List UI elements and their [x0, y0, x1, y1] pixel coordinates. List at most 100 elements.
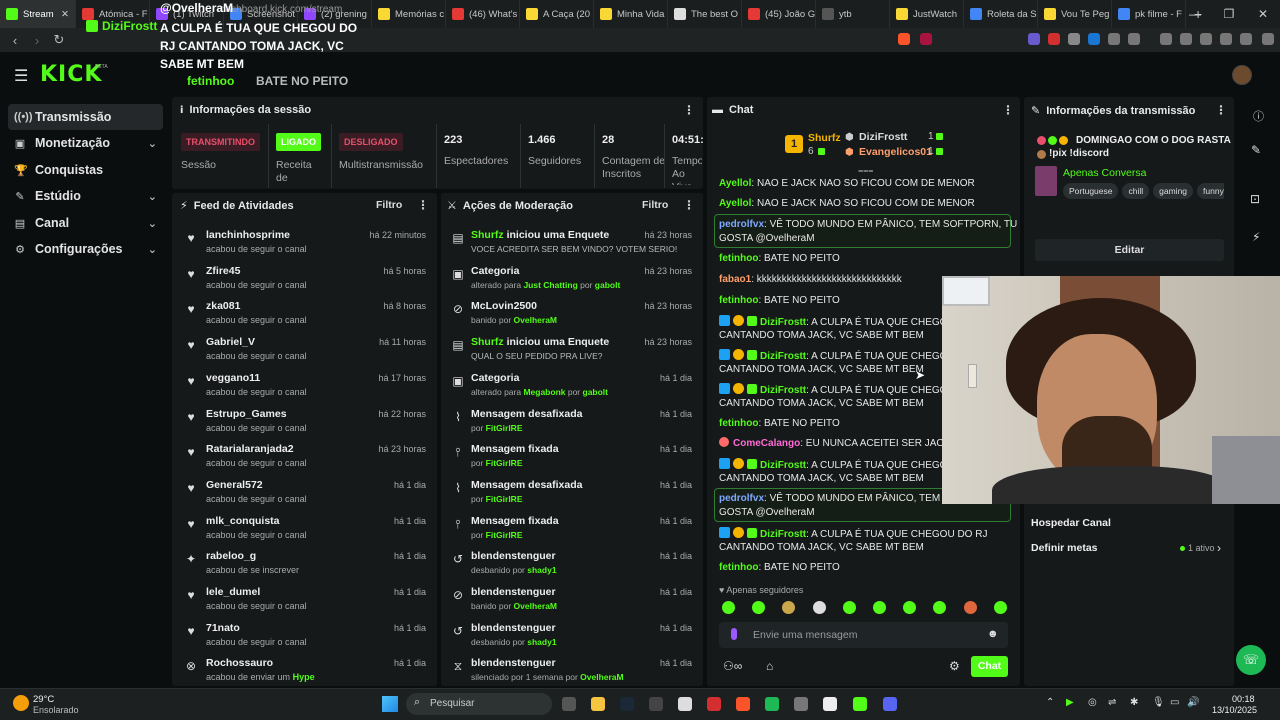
list-item[interactable]: ⫯ Mensagem fixada por FitGirlRE há 1 dia	[451, 443, 692, 477]
chat-input[interactable]: Envie uma mensagem	[753, 629, 857, 641]
mod-action-name[interactable]: blendenstenguer	[471, 622, 556, 634]
more-options-icon[interactable]: ⋮	[1002, 103, 1014, 117]
chevron-right-icon[interactable]: ›	[1217, 541, 1221, 555]
moderation-filter-button[interactable]: Filtro	[642, 199, 668, 211]
browser-tab[interactable]: pk filme - F	[1112, 0, 1186, 28]
chat-username[interactable]: fetinhoo	[719, 418, 758, 429]
pencil-icon[interactable]: ✎	[1251, 143, 1261, 157]
browser-tab[interactable]: A Caça (20	[520, 0, 594, 28]
tag-chip[interactable]: Portuguese	[1063, 183, 1119, 199]
mod-action-name[interactable]: Mensagem desafixada	[471, 408, 582, 420]
emote-icon[interactable]	[812, 601, 826, 614]
activity-user[interactable]: Ratarialaranjada2	[206, 443, 294, 455]
extension-icon[interactable]	[1028, 33, 1040, 45]
chat-username[interactable]: fetinhoo	[719, 295, 758, 306]
list-item[interactable]: ⫯ Mensagem fixada por FitGirlRE há 1 dia	[451, 515, 692, 549]
volume-icon[interactable]: 🔊	[1187, 697, 1199, 708]
chevron-down-icon[interactable]: ⌄	[148, 137, 157, 150]
browser-tab[interactable]: (45) João G	[742, 0, 816, 28]
mod-action-name[interactable]: Mensagem desafixada	[471, 479, 582, 491]
menu-icon[interactable]	[1262, 33, 1274, 45]
list-item[interactable]: ▣ Categoria alterado para Just Chatting po…	[451, 265, 692, 299]
mod-action-name[interactable]: Shurfz	[471, 229, 504, 241]
more-options-icon[interactable]: ⋮	[1215, 103, 1227, 117]
extension-icon[interactable]	[1068, 33, 1080, 45]
reload-icon[interactable]: ↻	[48, 32, 70, 48]
browser-tab[interactable]: Stream ✕	[0, 0, 76, 28]
users-icon[interactable]: ⚇∞	[723, 659, 742, 673]
back-icon[interactable]: ‹	[4, 33, 26, 48]
kick-app-icon[interactable]	[853, 697, 867, 711]
target-icon[interactable]: ⊡	[1250, 192, 1260, 206]
sidebar-item[interactable]: 🏆 Conquistas	[8, 157, 163, 183]
emote-icon[interactable]	[993, 601, 1007, 614]
mod-action-user[interactable]: OvelheraM	[580, 672, 623, 682]
mod-action-name[interactable]: blendenstenguer	[471, 657, 556, 669]
spotify-icon[interactable]	[765, 697, 779, 711]
url-field[interactable]: dashboard.kick.com/stream	[220, 4, 342, 20]
weather-icon[interactable]	[13, 695, 29, 711]
chat-username[interactable]: fetinhoo	[719, 253, 758, 264]
chat-message[interactable]: Ayellol: NAO E JACK NAO SO FICOU COM DE …	[719, 197, 975, 211]
store-icon[interactable]: ⌂	[766, 659, 773, 673]
browser-tab[interactable]: The best O	[668, 0, 742, 28]
chat-message[interactable]: fetinhoo: BATE NO PEITO	[719, 252, 840, 266]
more-options-icon[interactable]: ⋮	[683, 198, 695, 212]
list-item[interactable]: ♥ mlk_conquista acabou de seguir o canal há…	[184, 515, 426, 549]
maximize-button[interactable]: ❐	[1212, 0, 1246, 28]
mod-action-user[interactable]: FitGirlRE	[486, 458, 523, 468]
browser-tab[interactable]: Minha Vida	[594, 0, 668, 28]
mod-action-user[interactable]: Just Chatting	[523, 280, 577, 290]
chevron-up-icon[interactable]: ⌃	[1046, 697, 1054, 708]
close-window-button[interactable]: ✕	[1246, 0, 1280, 28]
mod-action-name[interactable]: Categoria	[471, 372, 519, 384]
mod-action-name[interactable]: Shurfz	[471, 336, 504, 348]
chat-username[interactable]: DiziFrostt	[760, 460, 806, 471]
mod-action-user[interactable]: FitGirlRE	[486, 494, 523, 504]
chat-username[interactable]: pedrolfvx	[719, 219, 764, 230]
chat-message[interactable]: pedrolfvx: VÊ TODO MUNDO EM PÂNICO, TEM …	[719, 218, 1017, 232]
list-item[interactable]: ⧖ blendenstenguer silenciado por 1 semana …	[451, 657, 692, 691]
activity-user[interactable]: lanchinhosprime	[206, 229, 290, 241]
support-button[interactable]: ☏	[1236, 645, 1266, 675]
activity-user[interactable]: zka081	[206, 300, 240, 312]
mod-action-name[interactable]: McLovin2500	[471, 300, 537, 312]
sidebar-item[interactable]: ((•)) Transmissão	[8, 104, 163, 130]
browser-tab[interactable]: Vou Te Peg	[1038, 0, 1112, 28]
list-item[interactable]: ♥ Estrupo_Games acabou de seguir o canal há…	[184, 408, 426, 442]
browser-tab[interactable]: JustWatch	[890, 0, 964, 28]
chat-send-button[interactable]: Chat	[971, 656, 1008, 677]
emote-icon[interactable]	[963, 601, 977, 614]
list-item[interactable]: ✦ rabeloo_g acabou de se inscrever há 1 dia	[184, 550, 426, 584]
steam-icon[interactable]	[620, 697, 634, 711]
mod-action-name[interactable]: blendenstenguer	[471, 550, 556, 562]
browser-tab[interactable]: Roleta da S	[964, 0, 1038, 28]
forward-icon[interactable]: ›	[26, 33, 48, 48]
activity-user[interactable]: General572	[206, 479, 263, 491]
list-item[interactable]: ▤ Shurfz iniciou uma Enquete QUAL O SEU PE…	[451, 336, 692, 370]
extension-icon[interactable]	[1220, 33, 1232, 45]
list-item[interactable]: ⊘ blendenstenguer banido por OvelheraM há 1…	[451, 586, 692, 620]
set-goals-button[interactable]: Definir metas	[1031, 542, 1098, 554]
chat-username[interactable]: ComeCalango	[733, 438, 800, 449]
emote-icon[interactable]	[873, 601, 886, 614]
browser-tab[interactable]: (46) What's	[446, 0, 520, 28]
chat-username[interactable]: Ayellol	[719, 178, 751, 189]
activity-user[interactable]: 71nato	[206, 622, 240, 634]
more-options-icon[interactable]: ⋮	[417, 198, 429, 212]
tray-icon[interactable]: ◎	[1088, 697, 1097, 708]
chat-username[interactable]: fetinhoo	[719, 562, 758, 573]
chat-username[interactable]: pedrolfvx	[719, 493, 764, 504]
chat-message[interactable]: DiziFrostt: A CULPA É TUA QUE CHEGOU D	[719, 315, 965, 330]
sidebar-item[interactable]: ▣ Monetização ⌄	[8, 130, 163, 156]
list-item[interactable]: ♥ Gabriel_V acabou de seguir o canal há 11 …	[184, 336, 426, 370]
obs-icon[interactable]	[649, 697, 663, 711]
list-item[interactable]: ↺ blendenstenguer desbanido por shady1 há 1…	[451, 622, 692, 656]
chevron-down-icon[interactable]: ⌄	[148, 243, 157, 256]
kick-logo[interactable]: KICK	[40, 62, 102, 87]
mod-action-name[interactable]: Mensagem fixada	[471, 515, 559, 527]
vpn-icon[interactable]	[1240, 33, 1252, 45]
activity-user[interactable]: Estrupo_Games	[206, 408, 287, 420]
close-tab-icon[interactable]: ✕	[61, 9, 69, 20]
list-item[interactable]: ⌇ Mensagem desafixada por FitGirlRE há 1 di…	[451, 479, 692, 513]
